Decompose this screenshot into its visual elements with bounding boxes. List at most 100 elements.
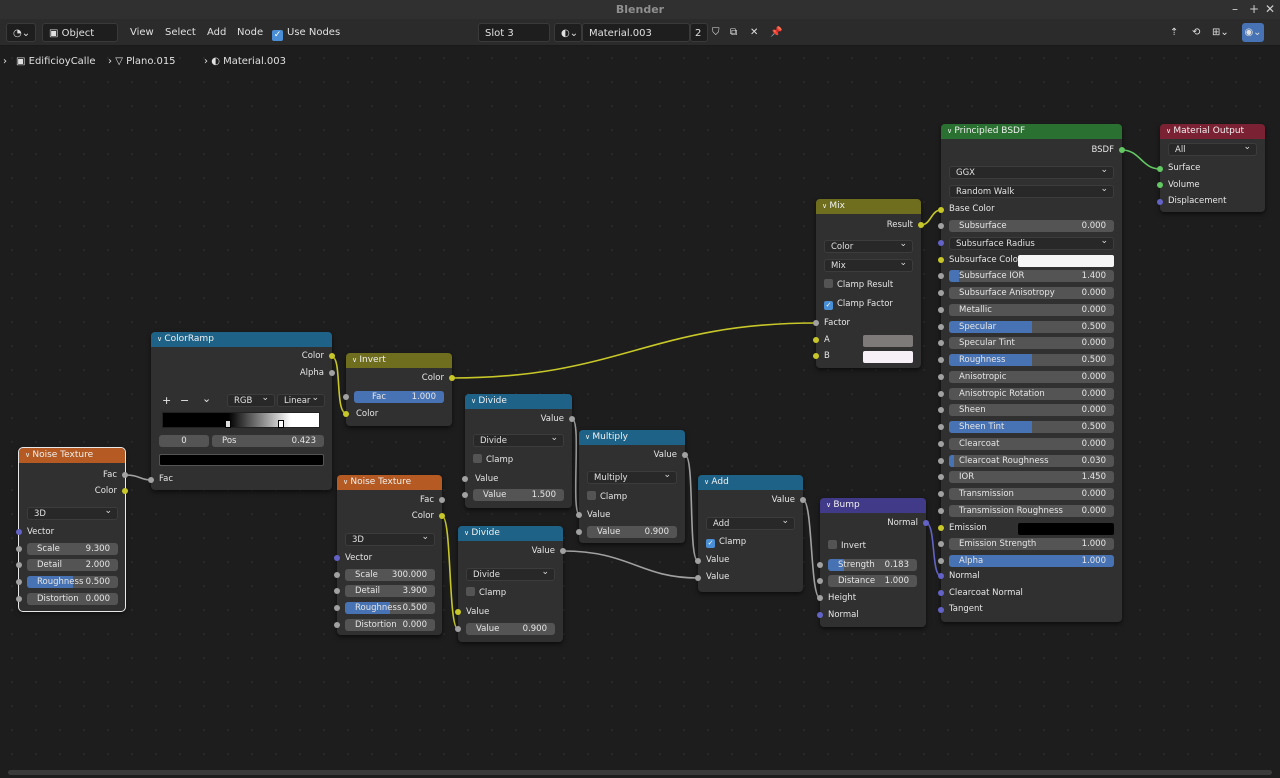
- noise-texture-node[interactable]: Noise Texture Fac Color 3D Vector Scale 3…: [334, 475, 445, 635]
- color-a-swatch[interactable]: [863, 335, 913, 347]
- bump-node[interactable]: Bump Normal Invert Strength 0.183 Distanc…: [817, 498, 929, 627]
- fake-user-icon[interactable]: ⛉: [712, 23, 720, 42]
- socket-vector-in[interactable]: [334, 555, 340, 561]
- node-header[interactable]: Divide: [458, 526, 563, 541]
- socket-volume-in[interactable]: [1157, 182, 1163, 188]
- specular-tint-field[interactable]: Specular Tint 0.000: [949, 337, 1114, 350]
- socket-value2-in[interactable]: [455, 626, 461, 632]
- distortion-field[interactable]: Distortion 0.000: [345, 619, 435, 631]
- socket-clearcoat-in[interactable]: [938, 440, 944, 447]
- socket-displacement-in[interactable]: [1157, 199, 1163, 205]
- node-header[interactable]: Noise Texture: [337, 475, 442, 490]
- subsurface-color-swatch[interactable]: [1018, 254, 1114, 267]
- node-header[interactable]: Material Output: [1160, 124, 1265, 139]
- clamp-result-checkbox[interactable]: Clamp Result: [824, 279, 893, 291]
- gradient-bar[interactable]: [162, 412, 320, 428]
- mix-node[interactable]: Mix Result Color Mix Clamp Result ✓ Clamp…: [813, 199, 924, 368]
- parent-node-icon[interactable]: ⇡: [1170, 23, 1178, 42]
- socket-factor-in[interactable]: [813, 320, 819, 326]
- socket-value2-in[interactable]: [576, 529, 582, 535]
- material-users-count[interactable]: 2: [690, 23, 708, 42]
- socket-alpha-in[interactable]: [938, 558, 944, 564]
- minimize-button[interactable]: –: [1232, 0, 1238, 19]
- interpolation-dropdown[interactable]: Linear: [277, 392, 325, 407]
- multiply-math-node[interactable]: Multiply Value Multiply Clamp Value Valu…: [576, 430, 688, 543]
- socket-distortion-in[interactable]: [334, 622, 340, 628]
- principled-bsdf-node[interactable]: Principled BSDF BSDF GGX Random Walk Bas…: [938, 124, 1125, 622]
- socket-fac-in[interactable]: [148, 477, 154, 483]
- transmission-roughness-field[interactable]: Transmission Roughness 0.000: [949, 504, 1114, 517]
- socket-color-out[interactable]: [439, 513, 445, 519]
- socket-roughness-in[interactable]: [16, 579, 22, 585]
- color-mode-dropdown[interactable]: RGB: [227, 392, 275, 407]
- clearcoat-roughness-field[interactable]: Clearcoat Roughness 0.030: [949, 454, 1114, 467]
- subsurface-method-dropdown[interactable]: Random Walk: [949, 183, 1114, 198]
- socket-detail-in[interactable]: [16, 562, 22, 568]
- ramp-menu-button[interactable]: ⌄: [202, 392, 211, 405]
- node-header[interactable]: Multiply: [579, 430, 685, 445]
- alpha-field[interactable]: Alpha 1.000: [949, 555, 1114, 567]
- use-nodes-checkbox[interactable]: ✓ Use Nodes: [272, 23, 340, 42]
- material-browse-button[interactable]: ◐⌄: [554, 23, 582, 42]
- subsurface-anisotropy-field[interactable]: Subsurface Anisotropy 0.000: [949, 287, 1114, 299]
- socket-fac-out[interactable]: [122, 472, 128, 478]
- operation-dropdown[interactable]: Divide: [473, 432, 564, 447]
- scale-field[interactable]: Scale 9.300: [27, 543, 118, 555]
- clamp-factor-checkbox[interactable]: ✓ Clamp Factor: [824, 298, 893, 310]
- socket-specular-tint-in[interactable]: [938, 340, 944, 347]
- invert-checkbox[interactable]: Invert: [828, 540, 866, 552]
- target-dropdown[interactable]: All: [1168, 141, 1257, 156]
- operation-dropdown[interactable]: Add: [706, 515, 795, 530]
- anisotropic-rotation-field[interactable]: Anisotropic Rotation 0.000: [949, 387, 1114, 400]
- emission-strength-field[interactable]: Emission Strength 1.000: [949, 538, 1114, 551]
- data-type-dropdown[interactable]: Color: [824, 238, 913, 253]
- socket-value-in[interactable]: [695, 558, 701, 564]
- socket-subsurface-color-in[interactable]: [938, 256, 944, 263]
- value-field[interactable]: Value 0.900: [587, 526, 677, 538]
- emission-swatch[interactable]: [1018, 522, 1114, 535]
- divide-math-node[interactable]: Divide Value Divide Clamp Value Value 1.5…: [462, 394, 575, 508]
- node-header[interactable]: Mix: [816, 199, 921, 214]
- socket-value-in[interactable]: [455, 609, 461, 615]
- socket-surface-in[interactable]: [1157, 166, 1163, 172]
- socket-anisotropic-rotation-in[interactable]: [938, 390, 944, 397]
- unlink-material-icon[interactable]: ✕: [750, 23, 758, 42]
- socket-scale-in[interactable]: [334, 572, 340, 578]
- detail-field[interactable]: Detail 3.900: [345, 585, 435, 597]
- stop-position-field[interactable]: Pos 0.423: [212, 435, 324, 447]
- distance-field[interactable]: Distance 1.000: [828, 575, 917, 587]
- stop-color-swatch[interactable]: [159, 454, 324, 466]
- specular-field[interactable]: Specular 0.500: [949, 320, 1114, 333]
- menu-select[interactable]: Select: [165, 23, 196, 42]
- socket-result-out[interactable]: [918, 222, 924, 228]
- socket-anisotropic-in[interactable]: [938, 373, 944, 380]
- socket-alpha-out[interactable]: [329, 370, 335, 376]
- socket-subsurface-ior-in[interactable]: [938, 273, 944, 280]
- socket-transmission-roughness-in[interactable]: [938, 507, 944, 514]
- transmission-field[interactable]: Transmission 0.000: [949, 488, 1114, 500]
- blend-mode-dropdown[interactable]: Mix: [824, 257, 913, 272]
- socket-distance-in[interactable]: [817, 578, 823, 584]
- socket-value-out[interactable]: [682, 452, 688, 458]
- dimensions-dropdown[interactable]: 3D: [345, 531, 435, 546]
- roughness-field[interactable]: Roughness 0.500: [949, 354, 1114, 366]
- pin-icon[interactable]: 📌: [770, 23, 782, 42]
- socket-subsurface-in[interactable]: [938, 223, 944, 229]
- socket-roughness-in[interactable]: [334, 605, 340, 611]
- socket-subsurface-radius-in[interactable]: [938, 239, 944, 246]
- subsurface-ior-field[interactable]: Subsurface IOR 1.400: [949, 270, 1114, 283]
- socket-distortion-in[interactable]: [16, 596, 22, 602]
- socket-height-in[interactable]: [817, 595, 823, 601]
- clamp-checkbox[interactable]: Clamp: [587, 491, 627, 503]
- node-header[interactable]: Bump: [820, 498, 926, 513]
- socket-value2-in[interactable]: [462, 492, 468, 498]
- slot-dropdown[interactable]: Slot 3: [478, 23, 550, 42]
- breadcrumb-expand-icon[interactable]: ›: [3, 54, 7, 70]
- shader-type-dropdown[interactable]: ▣ Object: [42, 23, 118, 42]
- add-stop-button[interactable]: +: [162, 394, 171, 407]
- socket-ior-in[interactable]: [938, 474, 944, 481]
- socket-color-out[interactable]: [122, 488, 128, 494]
- snapping-icon[interactable]: ⟲: [1192, 23, 1200, 42]
- invert-node[interactable]: Invert Color Fac 1.000 Color: [343, 353, 455, 426]
- socket-normal-in[interactable]: [938, 573, 944, 579]
